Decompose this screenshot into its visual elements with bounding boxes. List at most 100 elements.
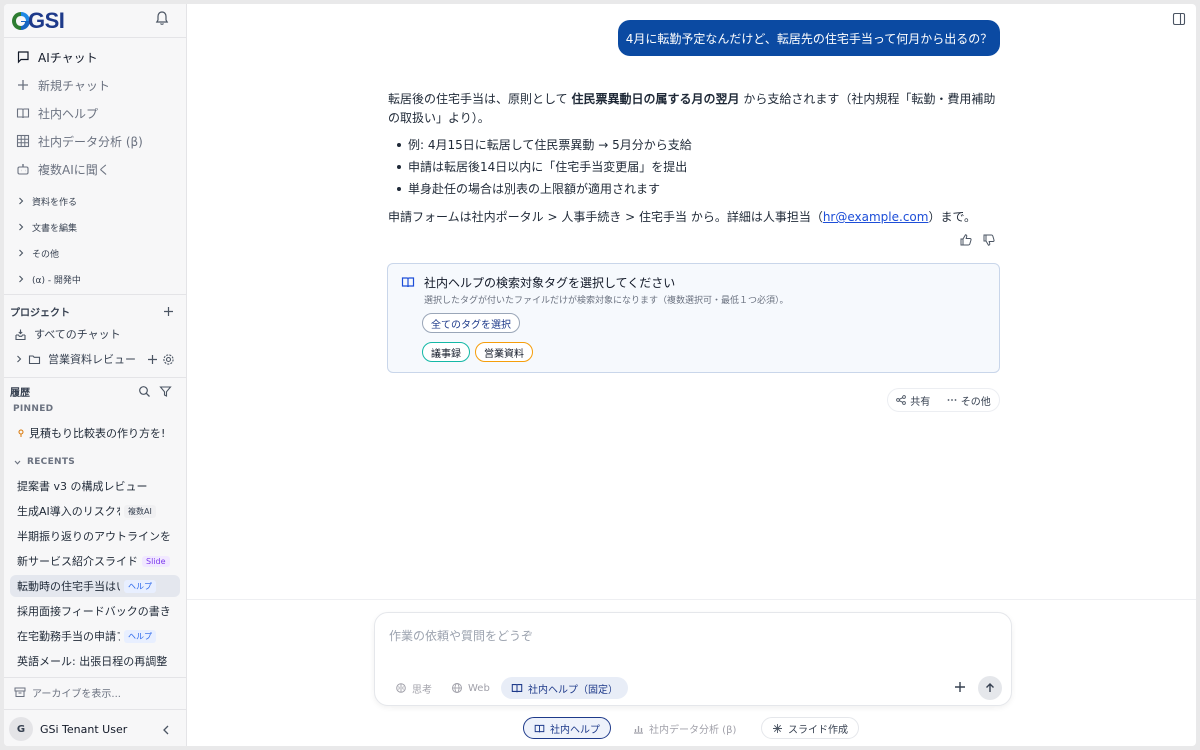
- app-window: GSI AIチャット 新規チャット 社内ヘルプ 社内データ分析 (β) 複数AI…: [4, 4, 1196, 746]
- archive-label: アーカイブを表示...: [32, 688, 121, 700]
- answer-footer-pre: 申請フォームは社内ポータル > 人事手続き > 住宅手当 から。詳細は人事担当（: [388, 210, 823, 224]
- mode-web[interactable]: Web: [451, 677, 490, 699]
- history-title: 提案書 v3 の構成レビュー: [17, 480, 148, 493]
- tag-selector-title: 社内ヘルプの検索対象タグを選択してください: [424, 276, 676, 290]
- panel-toggle-icon[interactable]: [1172, 12, 1186, 26]
- inbox-icon: [15, 329, 26, 340]
- divider: [4, 37, 187, 38]
- tag-chip-sales-materials[interactable]: 営業資料: [475, 342, 533, 362]
- history-title: 転動時の住宅手当はい: [17, 580, 120, 593]
- projects-heading-label: プロジェクト: [10, 307, 70, 319]
- section-other[interactable]: その他: [10, 242, 180, 264]
- project-folder-label: 営業資料レビュー: [48, 353, 136, 366]
- history-item[interactable]: 新サービス紹介スライド Slide: [10, 550, 180, 572]
- history-title: 新サービス紹介スライド: [17, 555, 138, 568]
- history-heading-label: 履歴: [10, 387, 30, 399]
- history-item[interactable]: 半期振り返りのアウトラインを: [10, 525, 180, 547]
- mode-think[interactable]: 思考: [395, 677, 432, 699]
- quick-slide-label: スライド作成: [788, 724, 848, 736]
- history-title: 見積もり比較表の作り方を!: [29, 427, 166, 440]
- share-button[interactable]: 共有: [896, 393, 930, 408]
- section-label: その他: [32, 249, 60, 260]
- answer-intro-bold: 住民票異動日の属する月の翌月: [571, 92, 740, 106]
- thumbs-down-icon[interactable]: [982, 233, 996, 247]
- archive-link[interactable]: アーカイブを表示...: [14, 684, 121, 700]
- section-label: (α) - 開発中: [32, 275, 81, 286]
- share-label: 共有: [910, 396, 931, 408]
- nav-new-chat[interactable]: 新規チャット: [10, 72, 180, 98]
- divider: [4, 294, 187, 295]
- mode-internal-help[interactable]: 社内ヘルプ（固定）: [501, 677, 628, 699]
- section-make-docs[interactable]: 資料を作る: [10, 190, 180, 212]
- history-item[interactable]: 在宅勤務手当の申請フ ヘルプ: [10, 625, 180, 647]
- recents-label-text: RECENTS: [27, 457, 76, 467]
- all-chats-item[interactable]: すべてのチャット: [10, 322, 180, 346]
- add-project-icon[interactable]: [162, 305, 175, 318]
- filter-icon[interactable]: [159, 385, 172, 398]
- thumbs-up-icon[interactable]: [959, 233, 973, 247]
- nav-ai-chat[interactable]: AIチャット: [10, 44, 180, 70]
- history-item[interactable]: 採用面接フィードバックの書き: [10, 600, 180, 622]
- hr-email-link[interactable]: hr@example.com: [823, 210, 929, 224]
- history-title: 半期振り返りのアウトラインを: [17, 530, 171, 543]
- book-icon: [511, 684, 523, 693]
- sparkle-icon: [773, 723, 782, 733]
- gear-icon[interactable]: [162, 353, 175, 366]
- nav-label: AIチャット: [38, 50, 98, 65]
- history-item-selected[interactable]: 転動時の住宅手当はい ヘルプ: [10, 575, 180, 597]
- collapse-sidebar-icon[interactable]: [160, 724, 172, 736]
- history-title: 在宅勤務手当の申請フ: [17, 630, 120, 643]
- answer-bullets: 例: 4月15日に転居して住民票異動 → 5月分から支給 申請は転居後14日以内…: [388, 134, 1000, 200]
- divider: [4, 677, 187, 678]
- history-item[interactable]: 提案書 v3 の構成レビュー: [10, 475, 180, 497]
- answer-footer-post: ）まで。: [928, 210, 976, 224]
- history-item[interactable]: 英語メール: 出張日程の再調整: [10, 650, 180, 672]
- quick-internal-help[interactable]: 社内ヘルプ: [523, 717, 611, 739]
- history-title: 英語メール: 出張日程の再調整: [17, 655, 168, 668]
- section-edit-docs[interactable]: 文書を編集: [10, 216, 180, 238]
- more-dots-icon: [947, 399, 957, 401]
- pin-icon: [18, 429, 24, 437]
- robot-icon: [17, 164, 29, 175]
- recents-label: RECENTS: [13, 457, 75, 467]
- more-button[interactable]: その他: [947, 393, 991, 408]
- section-alpha[interactable]: (α) - 開発中: [10, 268, 180, 290]
- pinned-label: PINNED: [13, 404, 54, 414]
- book-icon: [401, 277, 415, 288]
- nav-label: 複数AIに聞く: [38, 162, 110, 177]
- nav-data-analysis[interactable]: 社内データ分析 (β): [10, 128, 180, 154]
- user-message: 4月に転勤予定なんだけど、転居先の住宅手当って何月から出るの？: [618, 20, 1000, 56]
- search-icon[interactable]: [138, 385, 151, 398]
- composer-divider: [187, 599, 1196, 600]
- chevron-right-icon: [19, 249, 24, 257]
- select-all-tags-button[interactable]: 全てのタグを選択: [422, 313, 520, 333]
- plus-icon: [18, 80, 28, 90]
- nav-multi-ai[interactable]: 複数AIに聞く: [10, 156, 180, 182]
- add-to-project-icon[interactable]: [146, 353, 159, 366]
- history-tag: 複数AI: [124, 504, 156, 518]
- share-icon: [896, 395, 907, 405]
- section-label: 文書を編集: [32, 223, 78, 234]
- tag-selector-description: 選択したタグが付いたファイルだけが検索対象になります（複数選択可・最低１つ必須）…: [424, 296, 789, 306]
- quick-data-analysis[interactable]: 社内データ分析 (β): [623, 717, 746, 739]
- history-item[interactable]: 生成AI導入のリスクを 複数AI: [10, 500, 180, 522]
- logo-text: GSI: [28, 8, 65, 33]
- bell-icon[interactable]: [154, 10, 170, 26]
- archive-icon: [14, 687, 26, 697]
- mode-web-label: Web: [468, 682, 490, 694]
- send-button[interactable]: [978, 676, 1002, 700]
- pinned-item[interactable]: 見積もり比較表の作り方を!: [10, 422, 180, 444]
- answer-intro: 転居後の住宅手当は、原則として 住民票異動日の属する月の翌月 から支給されます（…: [388, 90, 1000, 128]
- divider: [4, 709, 187, 710]
- prompt-input[interactable]: [389, 629, 989, 643]
- nav-internal-help[interactable]: 社内ヘルプ: [10, 100, 180, 126]
- tag-chip-minutes[interactable]: 議事録: [422, 342, 470, 362]
- avatar: G: [9, 717, 33, 741]
- user-menu[interactable]: G GSi Tenant User: [4, 714, 187, 746]
- user-name: GSi Tenant User: [40, 723, 128, 736]
- answer-bullet: 申請は転居後14日以内に「住宅手当変更届」を提出: [388, 156, 1000, 178]
- quick-slide-create[interactable]: スライド作成: [761, 717, 859, 739]
- attach-plus-icon[interactable]: [952, 679, 968, 695]
- grid-icon: [16, 134, 30, 148]
- chevron-right-icon: [19, 275, 24, 283]
